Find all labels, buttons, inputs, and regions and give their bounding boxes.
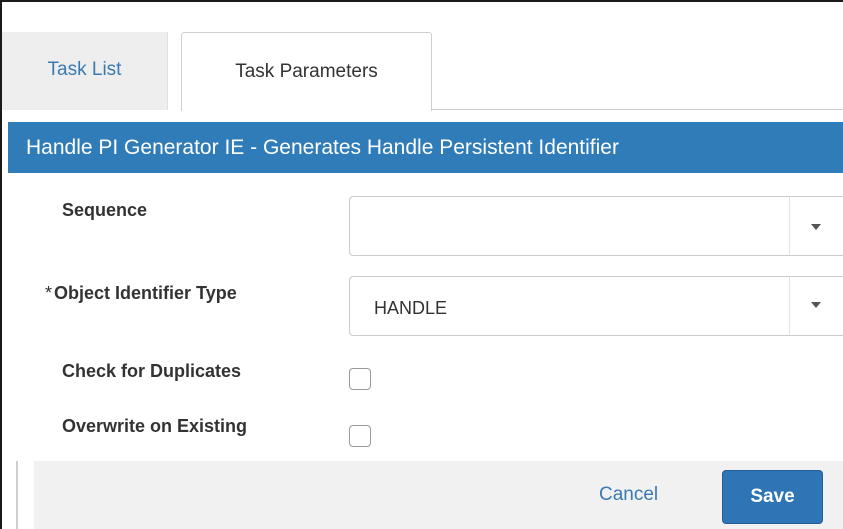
check-for-duplicates-label: Check for Duplicates (62, 361, 242, 381)
sequence-select[interactable] (349, 196, 843, 256)
tab-divider (432, 109, 843, 110)
tab-task-parameters[interactable]: Task Parameters (181, 32, 432, 111)
tab-task-list[interactable]: Task List (2, 32, 168, 110)
object-identifier-type-label: * Object Identifier Type (45, 283, 237, 304)
chevron-down-icon[interactable] (811, 224, 821, 230)
tab-strip: Task List Task Parameters (2, 2, 843, 111)
overwrite-on-existing-checkbox[interactable] (349, 425, 371, 447)
object-identifier-type-value: HANDLE (374, 298, 448, 318)
tab-task-parameters-label: Task Parameters (235, 61, 378, 82)
required-marker: * (45, 283, 53, 303)
object-identifier-type-select[interactable]: HANDLE (349, 276, 843, 336)
save-button[interactable]: Save (722, 470, 823, 524)
check-for-duplicates-checkbox[interactable] (349, 368, 371, 390)
footer-divider (16, 461, 18, 529)
select-divider (789, 277, 790, 335)
overwrite-on-existing-label: Overwrite on Existing (62, 416, 248, 436)
cancel-button[interactable]: Cancel (599, 484, 658, 506)
page-title: Handle PI Generator IE - Generates Handl… (8, 122, 843, 173)
sequence-label: Sequence (62, 200, 148, 220)
object-identifier-type-label-text: Object Identifier Type (54, 283, 237, 303)
select-divider (789, 197, 790, 255)
tab-task-list-label: Task List (47, 59, 122, 80)
chevron-down-icon[interactable] (811, 302, 821, 308)
task-parameters-panel: Task List Task Parameters Handle PI Gene… (0, 0, 843, 529)
